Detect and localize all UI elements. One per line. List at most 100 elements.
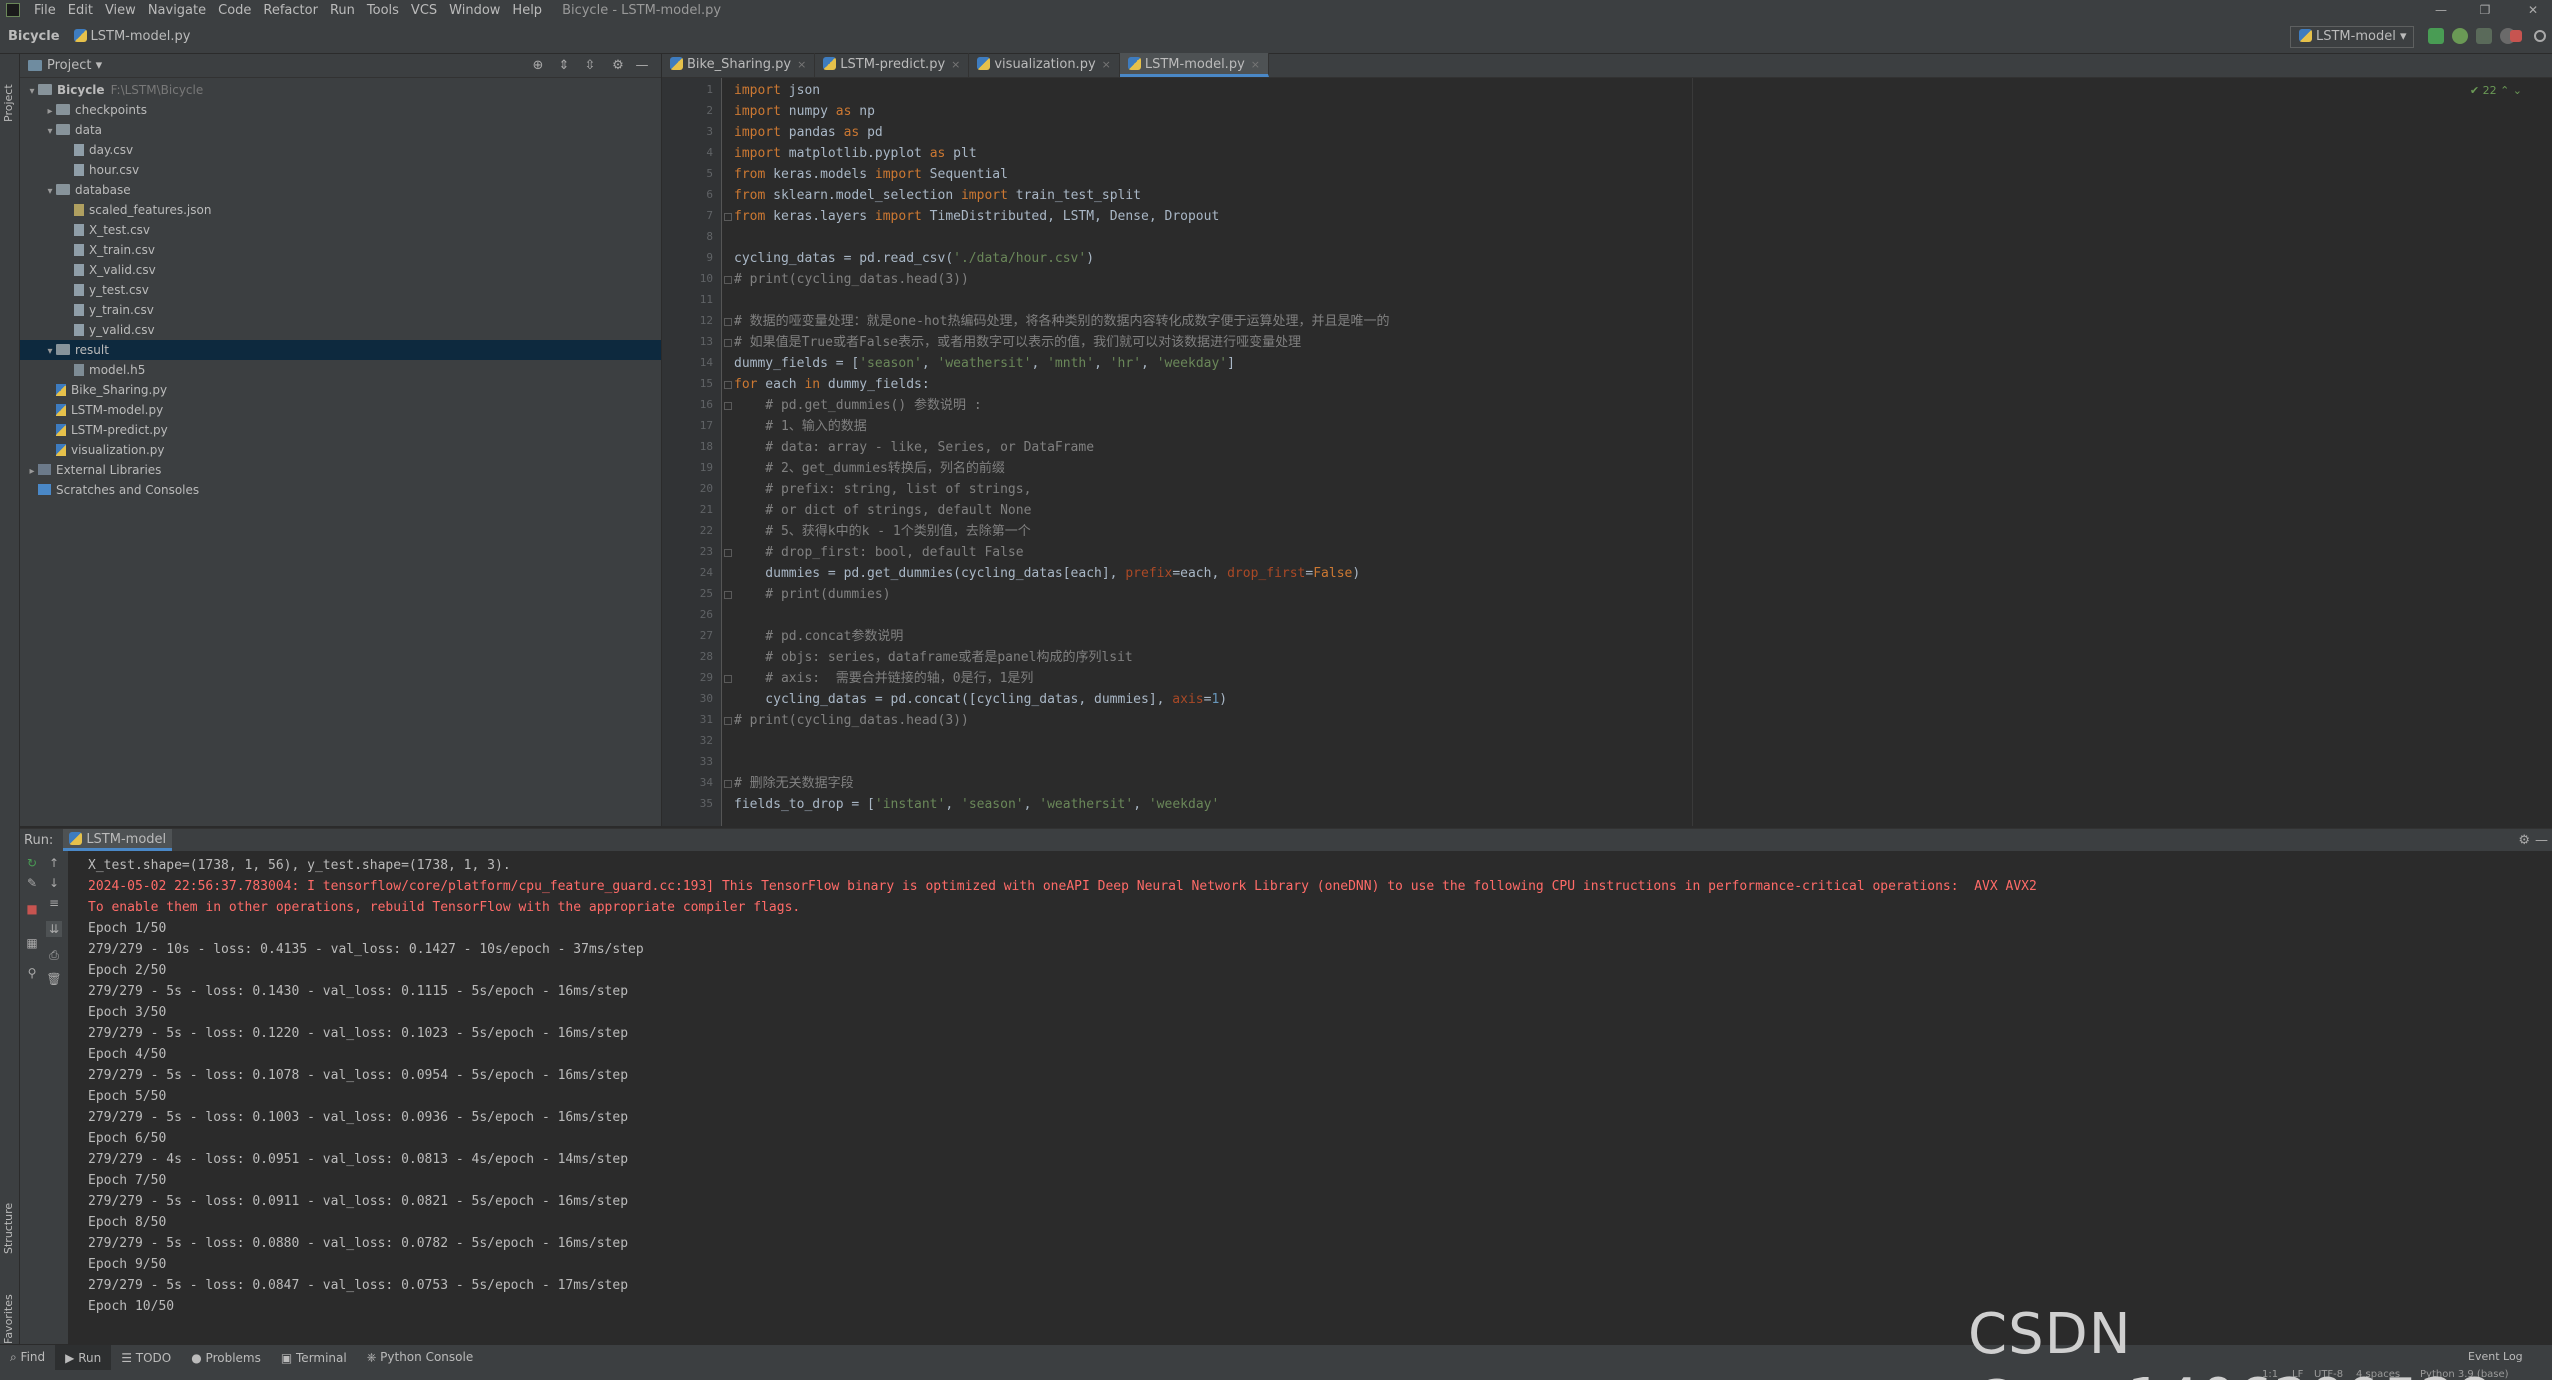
tree-item[interactable]: X_test.csv <box>20 220 661 240</box>
menu-vcs[interactable]: VCS <box>405 3 443 18</box>
tree-item[interactable]: LSTM-predict.py <box>20 420 661 440</box>
fold-marker-icon[interactable] <box>724 318 732 326</box>
tree-item[interactable]: LSTM-model.py <box>20 400 661 420</box>
tree-item[interactable]: y_valid.csv <box>20 320 661 340</box>
locate-file-icon[interactable]: ⊕ <box>530 58 546 74</box>
tree-item[interactable]: day.csv <box>20 140 661 160</box>
chevron-down-icon[interactable]: ▾ <box>44 182 56 202</box>
run-icon[interactable] <box>2428 28 2444 44</box>
menu-tools[interactable]: Tools <box>361 3 405 18</box>
chevron-down-icon[interactable]: ▾ <box>26 82 38 102</box>
stop-icon[interactable] <box>2510 30 2522 42</box>
menu-view[interactable]: View <box>99 3 142 18</box>
breadcrumb-file[interactable]: LSTM-model.py <box>66 29 197 44</box>
tool-window-run[interactable]: ▶ Run <box>55 1344 112 1371</box>
editor-tab[interactable]: Bike_Sharing.py × <box>662 53 816 77</box>
expand-all-icon[interactable]: ⇕ <box>556 58 572 74</box>
chevron-down-icon[interactable]: ▾ <box>44 342 56 362</box>
tool-window-python-console[interactable]: ⎈ Python Console <box>357 1350 483 1365</box>
run-config-select[interactable]: LSTM-model ▾ <box>2290 26 2414 48</box>
down-arrow-icon[interactable]: ↓ <box>46 875 62 891</box>
structure-tool-tab[interactable]: Structure <box>2 1174 18 1254</box>
tree-item[interactable]: model.h5 <box>20 360 661 380</box>
tree-item[interactable]: hour.csv <box>20 160 661 180</box>
tool-window-todo[interactable]: ☰ TODO <box>111 1351 181 1365</box>
fold-marker-icon[interactable] <box>724 381 732 389</box>
fold-marker-icon[interactable] <box>724 675 732 683</box>
editor-tab[interactable]: LSTM-predict.py × <box>815 53 970 77</box>
hide-panel-icon[interactable]: — <box>2535 833 2548 848</box>
close-tab-icon[interactable]: × <box>1102 58 1111 71</box>
menu-help[interactable]: Help <box>506 3 548 18</box>
run-tab[interactable]: LSTM-model <box>63 829 173 851</box>
tree-item[interactable]: ▾ database <box>20 180 661 200</box>
soft-wrap-icon[interactable]: ≡ <box>46 895 62 911</box>
trash-icon[interactable]: 🗑 <box>46 971 62 987</box>
menu-edit[interactable]: Edit <box>62 3 99 18</box>
tool-window-problems[interactable]: ● Problems <box>181 1351 271 1365</box>
fold-marker-icon[interactable] <box>724 339 732 347</box>
console-output[interactable]: X_test.shape=(1738, 1, 56), y_test.shape… <box>68 851 2552 1345</box>
collapse-all-icon[interactable]: ⇳ <box>582 58 598 74</box>
gear-icon[interactable]: ⚙ <box>610 58 626 74</box>
tree-item[interactable]: X_valid.csv <box>20 260 661 280</box>
tree-item[interactable]: visualization.py <box>20 440 661 460</box>
fold-marker-icon[interactable] <box>724 276 732 284</box>
layout-icon[interactable]: ▦ <box>24 935 40 951</box>
tree-item[interactable]: scaled_features.json <box>20 200 661 220</box>
menu-run[interactable]: Run <box>324 3 361 18</box>
inspection-badge[interactable]: ✔ 22 ⌃ ⌄ <box>2470 84 2522 97</box>
chevron-right-icon[interactable]: ▸ <box>26 462 38 482</box>
close-tab-icon[interactable]: × <box>951 58 960 71</box>
restore-button[interactable]: ❐ <box>2470 0 2500 20</box>
fold-marker-icon[interactable] <box>724 780 732 788</box>
fold-marker-icon[interactable] <box>724 402 732 410</box>
hide-panel-icon[interactable]: — <box>634 58 650 74</box>
project-tool-tab[interactable]: Project <box>2 62 18 122</box>
fold-marker-icon[interactable] <box>724 549 732 557</box>
menu-refactor[interactable]: Refactor <box>257 3 324 18</box>
tree-item[interactable]: ▸ checkpoints <box>20 100 661 120</box>
close-window-button[interactable]: ✕ <box>2518 0 2548 20</box>
tree-item[interactable]: Bike_Sharing.py <box>20 380 661 400</box>
minimize-button[interactable]: — <box>2426 0 2456 20</box>
editor-tab[interactable]: LSTM-model.py × <box>1119 53 1269 77</box>
tree-item[interactable]: y_train.csv <box>20 300 661 320</box>
fold-marker-icon[interactable] <box>724 717 732 725</box>
gear-icon[interactable]: ⚙ <box>2518 833 2530 848</box>
menu-navigate[interactable]: Navigate <box>142 3 212 18</box>
search-everywhere-icon[interactable] <box>2534 30 2546 42</box>
wrench-icon[interactable]: ✎ <box>24 875 40 891</box>
tree-item[interactable]: ▾ result <box>20 340 661 360</box>
chevron-down-icon[interactable]: ▾ <box>44 122 56 142</box>
tree-item[interactable]: y_test.csv <box>20 280 661 300</box>
close-tab-icon[interactable]: × <box>1251 58 1260 71</box>
coverage-icon[interactable] <box>2476 28 2492 44</box>
menu-code[interactable]: Code <box>212 3 257 18</box>
scroll-to-end-icon[interactable]: ⇊ <box>46 921 62 937</box>
rerun-icon[interactable]: ↻ <box>24 855 40 871</box>
stop-icon[interactable]: ■ <box>24 901 40 917</box>
tool-window-terminal[interactable]: ▣ Terminal <box>271 1351 357 1365</box>
close-tab-icon[interactable]: × <box>797 58 806 71</box>
tree-item[interactable]: Scratches and Consoles <box>20 480 661 500</box>
menu-window[interactable]: Window <box>443 3 506 18</box>
favorites-tool-tab[interactable]: Favorites <box>2 1264 18 1344</box>
breadcrumb-project[interactable]: Bicycle <box>0 29 66 44</box>
pin-icon[interactable]: ⚲ <box>24 965 40 981</box>
print-icon[interactable]: ⎙ <box>46 947 62 963</box>
tree-item[interactable]: X_train.csv <box>20 240 661 260</box>
fold-marker-icon[interactable] <box>724 213 732 221</box>
editor-tab[interactable]: visualization.py × <box>969 53 1120 77</box>
fold-marker-icon[interactable] <box>724 591 732 599</box>
up-arrow-icon[interactable]: ↑ <box>46 855 62 871</box>
project-view-select[interactable]: Project ▾ <box>47 58 102 73</box>
chevron-right-icon[interactable]: ▸ <box>44 102 56 122</box>
menu-file[interactable]: File <box>28 3 62 18</box>
editor-scrollbar[interactable] <box>2542 78 2550 826</box>
tree-item[interactable]: ▾ Bicycle F:\LSTM\Bicycle <box>20 80 661 100</box>
tree-item[interactable]: ▾ data <box>20 120 661 140</box>
tree-item[interactable]: ▸ External Libraries <box>20 460 661 480</box>
tool-window-find[interactable]: ⌕ Find <box>0 1350 55 1365</box>
code-area[interactable]: import json import numpy as np import pand… <box>732 78 2552 826</box>
